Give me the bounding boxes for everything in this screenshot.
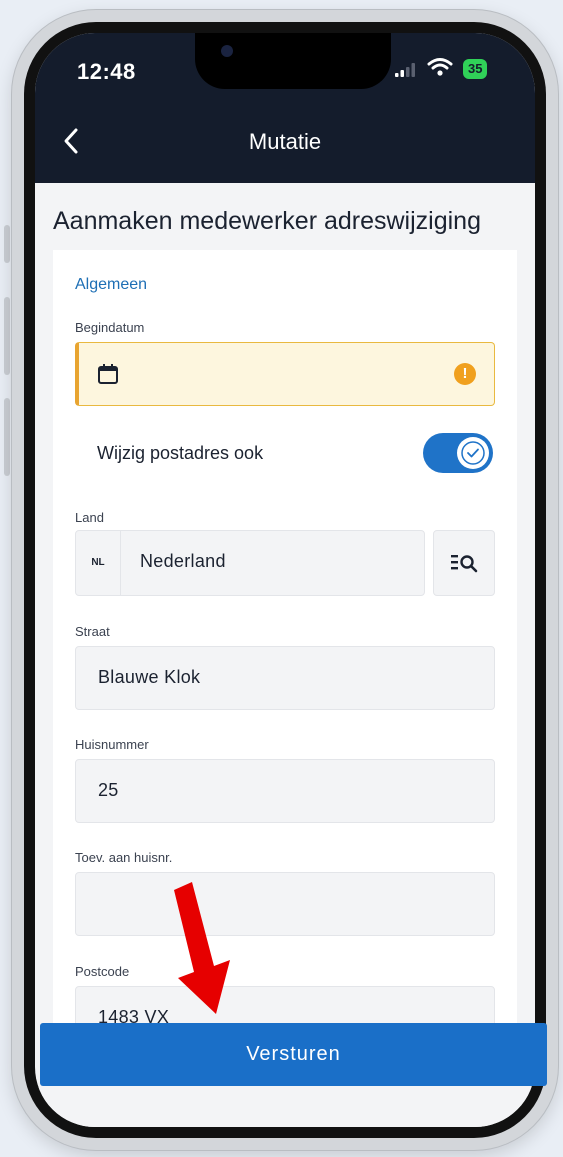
land-row: NL Nederland — [75, 530, 495, 596]
begindatum-field[interactable]: ! — [75, 342, 495, 406]
land-label: Land — [75, 510, 104, 525]
land-field[interactable]: NL Nederland — [75, 530, 425, 596]
begindatum-label: Begindatum — [75, 320, 145, 335]
list-search-icon — [451, 555, 478, 573]
wifi-icon — [427, 58, 453, 76]
huisnummer-value: 25 — [98, 780, 119, 800]
top-app-bar: 12:48 35 Mutatie — [35, 33, 535, 183]
postadres-toggle[interactable] — [423, 433, 493, 473]
postadres-toggle-row: Wijzig postadres ook — [75, 428, 495, 478]
phone-frame: 12:48 35 Mutatie Aanmaken medewerker adr… — [12, 10, 558, 1150]
status-time: 12:48 — [77, 59, 136, 84]
toggle-knob — [457, 437, 489, 469]
battery-icon: 35 — [463, 59, 488, 79]
warning-icon: ! — [454, 363, 476, 385]
bottom-safe-area — [35, 1087, 535, 1127]
phone-bezel: 12:48 35 Mutatie Aanmaken medewerker adr… — [24, 22, 546, 1138]
calendar-icon[interactable] — [97, 363, 119, 385]
toevoeging-field[interactable] — [75, 872, 495, 936]
straat-label: Straat — [75, 624, 110, 639]
device-side-button — [4, 225, 10, 263]
annotation-arrow-icon — [174, 882, 230, 1014]
straat-value: Blauwe Klok — [98, 667, 201, 687]
signal-icon — [395, 63, 415, 77]
land-value: Nederland — [140, 551, 226, 571]
device-volume-up — [4, 297, 10, 375]
phone-screen: 12:48 35 Mutatie Aanmaken medewerker adr… — [35, 33, 535, 1127]
toggle-check-icon — [461, 441, 485, 465]
page-title: Aanmaken medewerker adreswijziging — [53, 207, 481, 235]
front-camera — [221, 45, 233, 57]
toevoeging-label: Toev. aan huisnr. — [75, 850, 173, 865]
country-code: NL — [76, 531, 121, 595]
dynamic-island — [195, 33, 391, 89]
land-lookup-button[interactable] — [433, 530, 495, 596]
form-card: Algemeen Begindatum ! Wijzig postadres o… — [53, 250, 517, 1050]
nav-title: Mutatie — [248, 129, 322, 154]
huisnummer-field[interactable]: 25 — [75, 759, 495, 823]
device-volume-down — [4, 398, 10, 476]
postcode-label: Postcode — [75, 964, 130, 979]
section-title: Algemeen — [75, 276, 148, 293]
postadres-toggle-label: Wijzig postadres ook — [97, 443, 264, 463]
battery-level: 35 — [468, 61, 483, 76]
submit-button[interactable]: Versturen — [40, 1023, 547, 1086]
huisnummer-label: Huisnummer — [75, 737, 149, 752]
straat-field[interactable]: Blauwe Klok — [75, 646, 495, 710]
